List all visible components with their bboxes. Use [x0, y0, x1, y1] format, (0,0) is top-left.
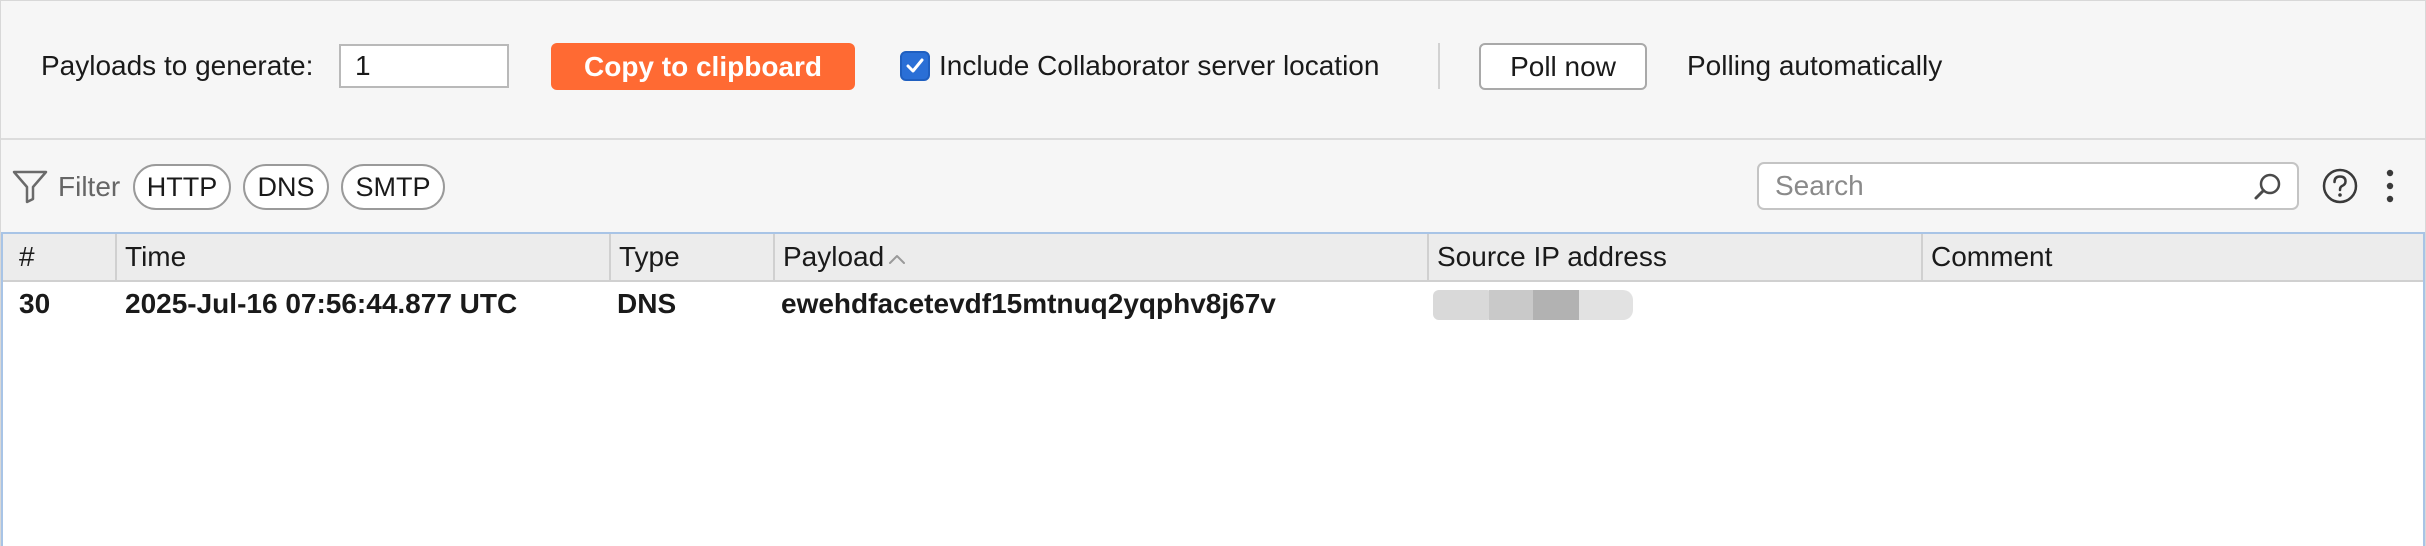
collaborator-panel: Payloads to generate: Copy to clipboard …: [0, 0, 2426, 546]
column-header-payload[interactable]: Payload: [775, 234, 1427, 280]
copy-to-clipboard-button[interactable]: Copy to clipboard: [551, 43, 855, 90]
checkmark-icon: [906, 58, 924, 73]
more-vertical-icon[interactable]: [2383, 166, 2397, 206]
payloads-to-generate-label: Payloads to generate:: [41, 50, 314, 81]
include-location-checkbox[interactable]: [900, 51, 930, 81]
column-header-comment[interactable]: Comment: [1923, 234, 2423, 280]
filter-label[interactable]: Filter: [58, 169, 120, 205]
config-bar: Payloads to generate: Copy to clipboard …: [1, 1, 2425, 140]
search-icon[interactable]: [2253, 172, 2283, 202]
cell-comment: [1923, 282, 2423, 330]
include-location-label[interactable]: Include Collaborator server location: [939, 48, 1379, 84]
toolbar-divider: [1438, 43, 1440, 89]
filter-chip-smtp[interactable]: SMTP: [341, 164, 445, 210]
filter-chip-dns[interactable]: DNS: [243, 164, 329, 210]
column-header-payload-label: Payload: [783, 241, 885, 272]
cell-number: 30: [19, 288, 51, 319]
sort-up-icon: [889, 254, 906, 264]
cell-type: DNS: [617, 288, 677, 319]
search-box[interactable]: [1757, 162, 2299, 210]
help-icon[interactable]: [2321, 167, 2359, 205]
column-header-source-ip[interactable]: Source IP address: [1429, 234, 1921, 280]
filter-bar: Filter HTTP DNS SMTP: [1, 140, 2425, 232]
cell-payload: ewehdfacetevdf15mtnuq2yqphv8j67v: [781, 288, 1276, 319]
column-header-type[interactable]: Type: [611, 234, 773, 280]
table-row[interactable]: 30 2025-Jul-16 07:56:44.877 UTC DNS eweh…: [3, 282, 2423, 330]
filter-icon[interactable]: [11, 168, 49, 204]
cell-source-ip-redacted: [1433, 290, 1633, 320]
search-input[interactable]: [1759, 164, 2245, 208]
poll-now-button[interactable]: Poll now: [1479, 43, 1647, 90]
cell-time: 2025-Jul-16 07:56:44.877 UTC: [125, 288, 518, 319]
polling-status-text: Polling automatically: [1687, 50, 1943, 81]
filter-chip-http[interactable]: HTTP: [133, 164, 231, 210]
column-header-number[interactable]: #: [11, 234, 115, 280]
column-header-time[interactable]: Time: [117, 234, 609, 280]
table-header: # Time Type Payload Source IP address Co…: [3, 234, 2423, 282]
interactions-table: # Time Type Payload Source IP address Co…: [1, 232, 2425, 546]
payloads-count-input[interactable]: [339, 44, 509, 88]
